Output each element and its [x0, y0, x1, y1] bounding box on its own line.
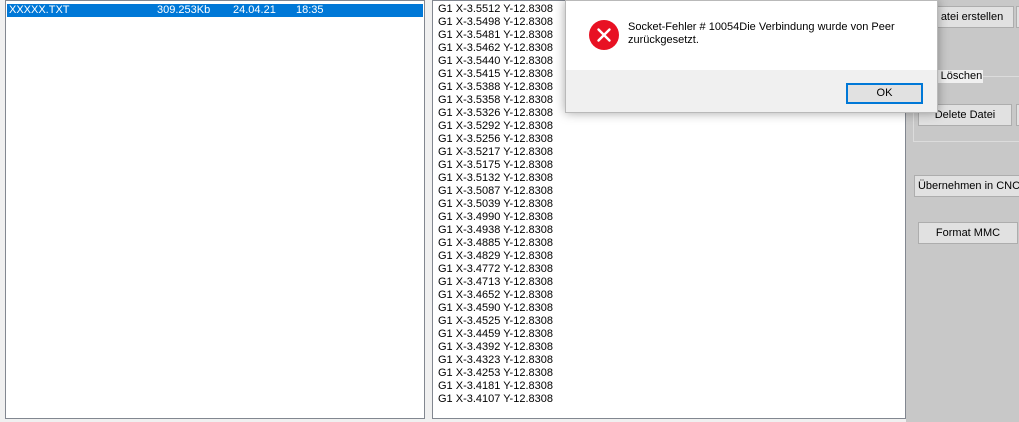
file-date: 24.04.21 [233, 4, 276, 16]
gcode-line: G1 X-3.5087 Y-12.8308 [438, 185, 553, 197]
gcode-line: G1 X-3.4253 Y-12.8308 [438, 367, 553, 379]
gcode-line: G1 X-3.4713 Y-12.8308 [438, 276, 553, 288]
gcode-line: G1 X-3.5512 Y-12.8308 [438, 3, 553, 15]
gcode-line: G1 X-3.5256 Y-12.8308 [438, 133, 553, 145]
apply-to-cnc-button[interactable]: Übernehmen in CNC [914, 175, 1019, 197]
create-file-button[interactable]: atei erstellen [930, 6, 1014, 28]
gcode-line: G1 X-3.4990 Y-12.8308 [438, 211, 553, 223]
gcode-line: G1 X-3.4323 Y-12.8308 [438, 354, 553, 366]
error-dialog: Socket-Fehler # 10054Die Verbindung wurd… [565, 0, 938, 113]
gcode-line: G1 X-3.4590 Y-12.8308 [438, 302, 553, 314]
gcode-line: G1 X-3.5440 Y-12.8308 [438, 55, 553, 67]
format-mmc-button[interactable]: Format MMC [918, 222, 1018, 244]
gcode-line: G1 X-3.4938 Y-12.8308 [438, 224, 553, 236]
gcode-line: G1 X-3.4459 Y-12.8308 [438, 328, 553, 340]
gcode-line: G1 X-3.4181 Y-12.8308 [438, 380, 553, 392]
gcode-line: G1 X-3.5415 Y-12.8308 [438, 68, 553, 80]
gcode-line: G1 X-3.4392 Y-12.8308 [438, 341, 553, 353]
file-size: 309.253Kb [157, 4, 211, 16]
file-list[interactable]: XXXXX.TXT 309.253Kb 24.04.21 18:35 [5, 0, 425, 419]
file-time: 18:35 [296, 4, 324, 16]
gcode-line: G1 X-3.5498 Y-12.8308 [438, 16, 553, 28]
gcode-line: G1 X-3.5358 Y-12.8308 [438, 94, 553, 106]
gcode-line: G1 X-3.5175 Y-12.8308 [438, 159, 553, 171]
dialog-message: Socket-Fehler # 10054Die Verbindung wurd… [628, 21, 895, 46]
gcode-line: G1 X-3.5388 Y-12.8308 [438, 81, 553, 93]
gcode-line: G1 X-3.4652 Y-12.8308 [438, 289, 553, 301]
ok-button[interactable]: OK [846, 83, 923, 104]
gcode-line: G1 X-3.5481 Y-12.8308 [438, 29, 553, 41]
error-icon [589, 20, 619, 50]
gcode-line: G1 X-3.4829 Y-12.8308 [438, 250, 553, 262]
gcode-line: G1 X-3.5462 Y-12.8308 [438, 42, 553, 54]
gcode-line: G1 X-3.5132 Y-12.8308 [438, 172, 553, 184]
file-row[interactable]: XXXXX.TXT 309.253Kb 24.04.21 18:35 [7, 4, 423, 17]
gcode-line: G1 X-3.4885 Y-12.8308 [438, 237, 553, 249]
gcode-lines: G1 X-3.5520 Y-12.8308G1 X-3.5512 Y-12.83… [438, 1, 553, 406]
gcode-line: G1 X-3.4525 Y-12.8308 [438, 315, 553, 327]
gcode-line: G1 X-3.5217 Y-12.8308 [438, 146, 553, 158]
gcode-line: G1 X-3.5326 Y-12.8308 [438, 107, 553, 119]
gcode-line: G1 X-3.4107 Y-12.8308 [438, 393, 553, 405]
app-window: XXXXX.TXT 309.253Kb 24.04.21 18:35 G1 X-3.5… [0, 0, 1019, 422]
gcode-line: G1 X-3.4772 Y-12.8308 [438, 263, 553, 275]
gcode-line: G1 X-3.5292 Y-12.8308 [438, 120, 553, 132]
gcode-line: G1 X-3.5039 Y-12.8308 [438, 198, 553, 210]
file-name: XXXXX.TXT [9, 4, 70, 16]
